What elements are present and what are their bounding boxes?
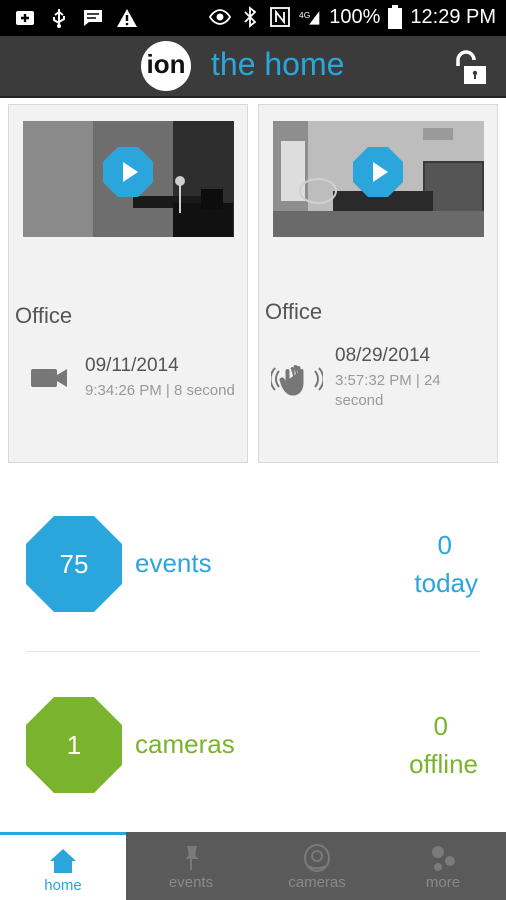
events-today-label: today: [414, 568, 478, 598]
camera-name: Office: [15, 303, 73, 328]
cameras-offline-count: 0: [433, 711, 448, 741]
camera-icon: [31, 369, 67, 387]
tab-cameras-label: cameras: [288, 874, 346, 891]
cameras-label: cameras: [135, 729, 235, 759]
motion-hand-icon: [271, 365, 323, 396]
cameras-offline-label: offline: [409, 749, 478, 779]
battery-percent: 100%: [329, 5, 381, 28]
camera-thumbnail[interactable]: [273, 121, 484, 237]
cameras-count: 1: [66, 730, 82, 760]
warning-icon: [117, 9, 137, 27]
bottom-tab-bar: home events cameras more: [0, 832, 506, 900]
eye-icon: [209, 9, 232, 25]
camera-icon: [304, 844, 330, 872]
signal-4g-icon: 4G: [299, 10, 320, 25]
divider: [26, 651, 480, 652]
event-date: 09/11/2014: [85, 355, 179, 376]
events-summary[interactable]: 75 events 0 today: [0, 512, 506, 632]
play-icon[interactable]: [103, 147, 153, 197]
battery-icon: [388, 5, 403, 29]
svg-text:4G: 4G: [299, 10, 310, 20]
event-time: 3:57:32 PM | 24 second: [335, 372, 441, 409]
tab-events[interactable]: events: [128, 832, 254, 900]
cameras-summary[interactable]: 1 cameras 0 offline: [0, 693, 506, 813]
usb-icon: [53, 9, 65, 28]
logo-text: ion: [146, 49, 186, 79]
clock: 12:29 PM: [410, 5, 496, 28]
message-icon: [84, 10, 102, 26]
tab-home-label: home: [44, 877, 82, 894]
app-bar: ion the home: [0, 36, 506, 98]
nfc-icon: [270, 7, 291, 27]
events-today-count: 0: [437, 530, 452, 560]
camera-card[interactable]: Office 08/29/2014 3:57:32 PM | 24 second: [258, 104, 498, 463]
event-date: 08/29/2014: [335, 345, 431, 366]
home-icon: [50, 849, 76, 873]
tab-events-label: events: [168, 874, 214, 891]
bluetooth-icon: [244, 6, 257, 28]
camera-name: Office: [265, 299, 323, 324]
play-icon[interactable]: [353, 147, 403, 197]
events-count: 75: [59, 549, 89, 579]
tab-home[interactable]: home: [0, 832, 126, 900]
more-icon: [432, 846, 455, 871]
status-bar-notifications: [14, 7, 138, 29]
add-notification-icon: [16, 11, 34, 25]
events-label: events: [135, 548, 212, 578]
pin-icon: [185, 846, 199, 870]
tab-cameras[interactable]: cameras: [254, 832, 380, 900]
camera-thumbnail[interactable]: [23, 121, 234, 237]
camera-card[interactable]: Office 09/11/2014 9:34:26 PM | 8 second: [8, 104, 248, 463]
status-bar: 4G 100% 12:29 PM: [0, 0, 506, 36]
status-bar-system: 4G 100% 12:29 PM: [209, 5, 496, 29]
tab-more-label: more: [425, 874, 461, 891]
unlock-icon[interactable]: [450, 50, 490, 86]
ion-logo: ion: [141, 41, 191, 91]
page-title: the home: [211, 46, 345, 82]
tab-more[interactable]: more: [380, 832, 506, 900]
event-time: 9:34:26 PM | 8 second: [85, 382, 235, 399]
